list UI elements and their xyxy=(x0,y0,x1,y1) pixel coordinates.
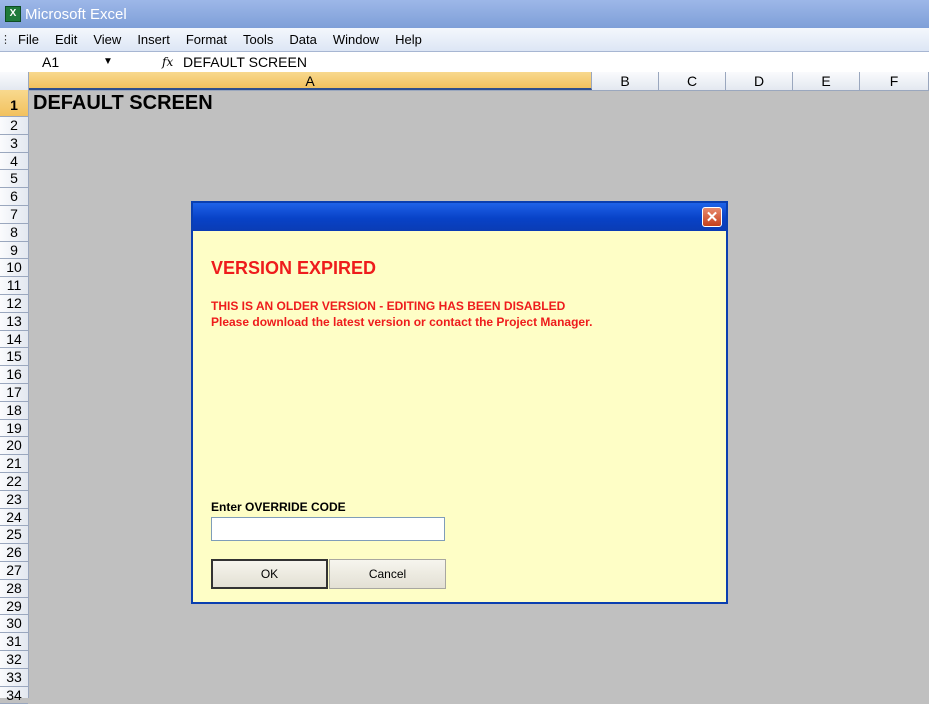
menu-format[interactable]: Format xyxy=(178,32,235,47)
menu-data[interactable]: Data xyxy=(281,32,324,47)
column-headers: A B C D E F xyxy=(0,72,929,91)
row-header[interactable]: 9 xyxy=(0,242,28,260)
row-header[interactable]: 12 xyxy=(0,295,28,313)
row-header[interactable]: 2 xyxy=(0,117,28,135)
row-header[interactable]: 28 xyxy=(0,580,28,598)
dialog-titlebar[interactable]: ✕ xyxy=(193,203,726,231)
cancel-button[interactable]: Cancel xyxy=(329,559,446,589)
toolbar-grip-icon[interactable]: ⋮ xyxy=(0,33,11,46)
override-code-input[interactable] xyxy=(211,517,445,541)
formula-bar: A1 ▼ fx DEFAULT SCREEN xyxy=(0,51,929,73)
row-headers: 1 2 3 4 5 6 7 8 9 10 11 12 13 14 15 16 17 18 19 20 21 22 23 24 2… xyxy=(0,90,29,704)
row-header[interactable]: 24 xyxy=(0,509,28,527)
row-header[interactable]: 21 xyxy=(0,455,28,473)
column-header-c[interactable]: C xyxy=(659,72,726,90)
menu-bar: ⋮ File Edit View Insert Format Tools Dat… xyxy=(0,28,929,51)
row-header[interactable]: 22 xyxy=(0,473,28,491)
ok-button[interactable]: OK xyxy=(211,559,328,589)
version-expired-dialog: ✕ VERSION EXPIRED THIS IS AN OLDER VERSI… xyxy=(191,201,728,604)
column-header-d[interactable]: D xyxy=(726,72,793,90)
row-header[interactable]: 27 xyxy=(0,562,28,580)
close-icon[interactable]: ✕ xyxy=(702,207,722,227)
row-header[interactable]: 26 xyxy=(0,544,28,562)
row-header[interactable]: 16 xyxy=(0,366,28,384)
row-header[interactable]: 10 xyxy=(0,259,28,278)
row-header[interactable]: 15 xyxy=(0,348,28,367)
row-header[interactable]: 29 xyxy=(0,598,28,616)
row-header[interactable]: 23 xyxy=(0,491,28,509)
row-header[interactable]: 3 xyxy=(0,135,28,153)
window-title: Microsoft Excel xyxy=(25,5,127,23)
row-header[interactable]: 1 xyxy=(0,90,28,117)
dialog-message-line-1: THIS IS AN OLDER VERSION - EDITING HAS B… xyxy=(211,299,566,313)
name-box[interactable]: A1 xyxy=(2,52,99,72)
row-header[interactable]: 34 xyxy=(0,687,28,704)
row-header[interactable]: 14 xyxy=(0,331,28,349)
menu-edit[interactable]: Edit xyxy=(47,32,85,47)
dialog-heading: VERSION EXPIRED xyxy=(211,258,377,278)
row-header[interactable]: 8 xyxy=(0,224,28,242)
menu-file[interactable]: File xyxy=(10,32,47,47)
menu-window[interactable]: Window xyxy=(325,32,387,47)
menu-insert[interactable]: Insert xyxy=(129,32,178,47)
menu-view[interactable]: View xyxy=(85,32,129,47)
select-all-corner[interactable] xyxy=(0,72,29,90)
row-header[interactable]: 32 xyxy=(0,651,28,669)
row-header[interactable]: 20 xyxy=(0,437,28,456)
chevron-down-icon[interactable]: ▼ xyxy=(103,52,113,72)
window-titlebar: X Microsoft Excel xyxy=(0,0,929,28)
menu-tools[interactable]: Tools xyxy=(235,32,281,47)
fx-icon[interactable]: fx xyxy=(162,52,173,72)
row-header[interactable]: 7 xyxy=(0,206,28,224)
column-header-b[interactable]: B xyxy=(592,72,659,90)
dialog-message-line-2: Please download the latest version or co… xyxy=(211,315,593,329)
row-header[interactable]: 25 xyxy=(0,526,28,545)
row-header[interactable]: 18 xyxy=(0,402,28,420)
row-header[interactable]: 4 xyxy=(0,153,28,171)
excel-icon[interactable]: X xyxy=(5,6,21,22)
column-header-e[interactable]: E xyxy=(793,72,860,90)
cell-a1[interactable]: DEFAULT SCREEN xyxy=(33,92,213,115)
column-header-a[interactable]: A xyxy=(29,72,592,90)
row-header[interactable]: 19 xyxy=(0,420,28,438)
row-header[interactable]: 30 xyxy=(0,615,28,634)
row-header[interactable]: 31 xyxy=(0,633,28,651)
row-header[interactable]: 33 xyxy=(0,669,28,687)
row-header[interactable]: 13 xyxy=(0,313,28,331)
column-header-f[interactable]: F xyxy=(860,72,929,90)
override-code-label: Enter OVERRIDE CODE xyxy=(211,500,346,514)
row-header[interactable]: 11 xyxy=(0,277,28,295)
row-header[interactable]: 17 xyxy=(0,384,28,402)
row-header[interactable]: 6 xyxy=(0,188,28,206)
formula-content[interactable]: DEFAULT SCREEN xyxy=(183,52,307,72)
row-header[interactable]: 5 xyxy=(0,170,28,189)
menu-help[interactable]: Help xyxy=(387,32,430,47)
